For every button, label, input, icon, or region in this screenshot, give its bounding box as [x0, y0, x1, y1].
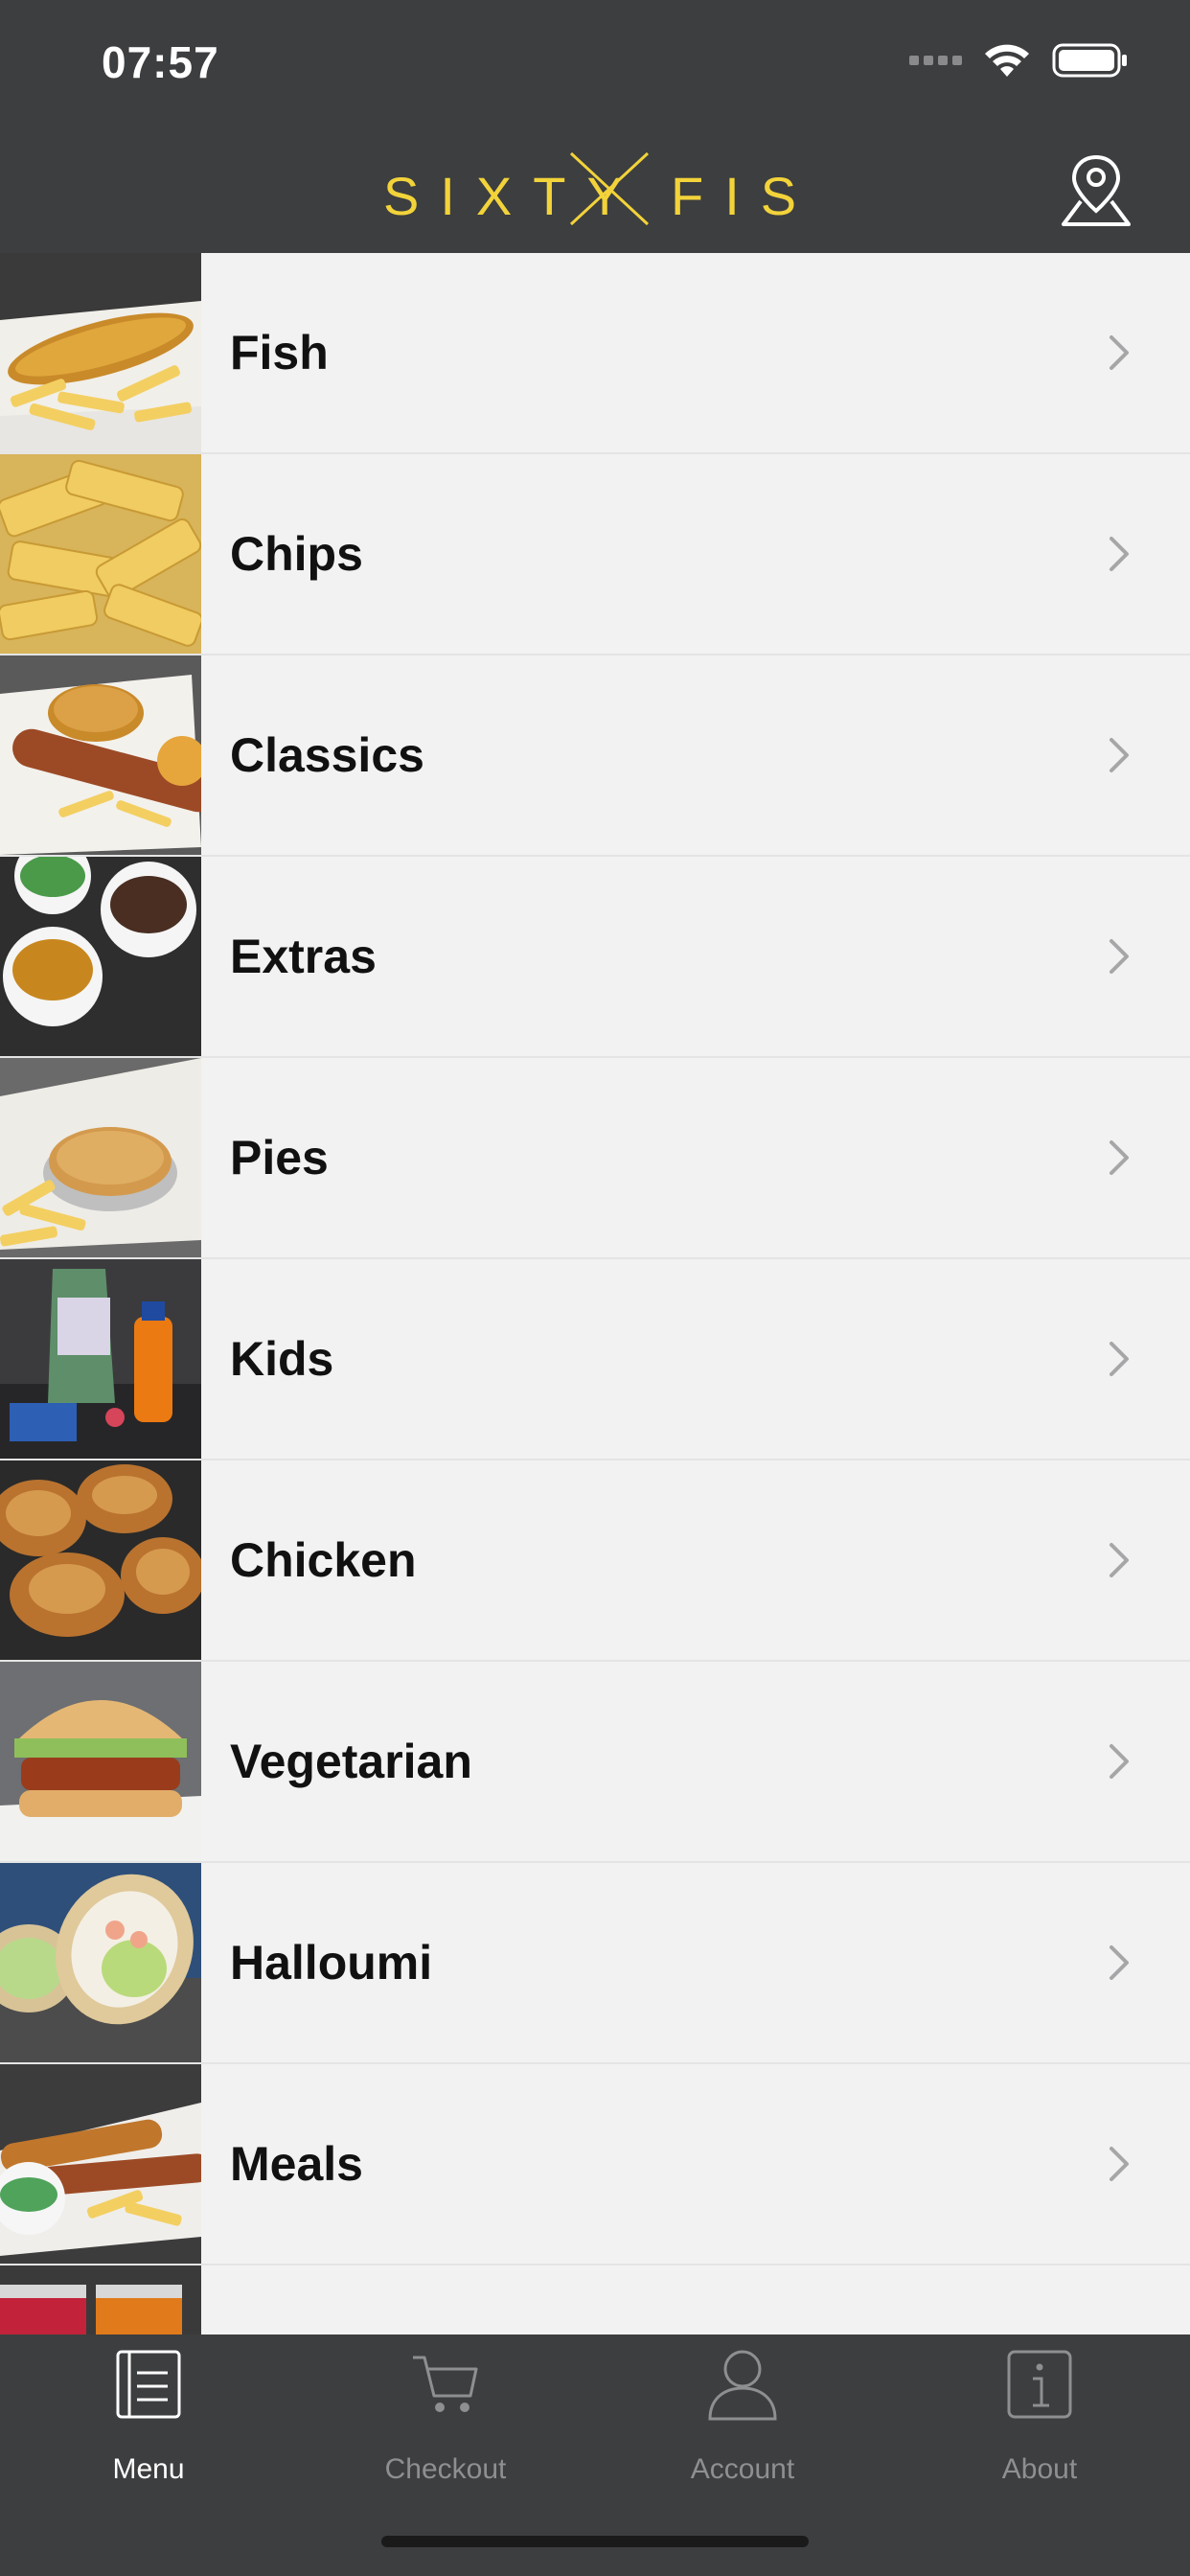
tab-label: Checkout — [384, 2453, 507, 2485]
classics-thumbnail — [0, 656, 201, 855]
menu-item-chicken[interactable]: Chicken — [0, 1460, 1190, 1662]
chips-thumbnail — [0, 454, 201, 654]
menu-item-vegetarian[interactable]: Vegetarian — [0, 1662, 1190, 1863]
menu-item-label: Chips — [230, 527, 363, 581]
menu-item-label: Classics — [230, 728, 424, 782]
wifi-icon — [985, 44, 1029, 77]
menu-item-label: Vegetarian — [230, 1735, 472, 1788]
tab-label: About — [1001, 2453, 1078, 2485]
tab-about[interactable]: About — [891, 2334, 1188, 2517]
chevron-right-icon — [1110, 1744, 1129, 1779]
chevron-right-icon — [1110, 939, 1129, 974]
location-pin-button[interactable] — [1060, 151, 1133, 228]
chevron-right-icon — [1110, 1945, 1129, 1980]
pies-thumbnail — [0, 1058, 201, 1257]
cart-icon — [413, 2356, 478, 2412]
menu-item-meals[interactable]: Meals — [0, 2064, 1190, 2266]
kids-thumbnail — [0, 1259, 201, 1459]
menu-item-extras[interactable]: Extras — [0, 857, 1190, 1058]
menu-item-label: Kids — [230, 1332, 334, 1386]
tab-checkout[interactable]: Checkout — [297, 2334, 594, 2517]
fish-thumbnail — [0, 253, 201, 452]
menu-item-drinks[interactable] — [0, 2266, 1190, 2334]
chevron-right-icon — [1110, 1543, 1129, 1577]
menu-item-fish[interactable]: Fish — [0, 253, 1190, 454]
drinks-thumbnail — [0, 2266, 201, 2334]
menu-item-label: Extras — [230, 930, 377, 983]
menu-item-chips[interactable]: Chips — [0, 454, 1190, 656]
battery-icon — [1052, 43, 1127, 78]
tab-label: Account — [690, 2453, 795, 2485]
vegetarian-thumbnail — [0, 1662, 201, 1861]
menu-item-label: Meals — [230, 2137, 363, 2191]
chevron-right-icon — [1110, 537, 1129, 571]
menu-item-label: Halloumi — [230, 1936, 433, 1990]
cellular-signal-icon — [909, 56, 962, 65]
person-icon — [708, 2350, 777, 2421]
sixty-fish-logo: SIXTY FISH — [383, 151, 807, 226]
menu-item-label: Fish — [230, 326, 329, 380]
menu-item-halloumi[interactable]: Halloumi — [0, 1863, 1190, 2064]
chevron-right-icon — [1110, 2147, 1129, 2181]
menu-item-kids[interactable]: Kids — [0, 1259, 1190, 1460]
home-indicator[interactable] — [381, 2536, 809, 2547]
info-icon — [1007, 2350, 1072, 2419]
logo-text-right: FISH — [671, 166, 807, 226]
tab-label: Menu — [112, 2453, 185, 2485]
menu-item-label: Pies — [230, 1131, 329, 1184]
logo-text-left: SIXTY — [383, 166, 644, 226]
tab-account[interactable]: Account — [594, 2334, 891, 2517]
meals-thumbnail — [0, 2064, 201, 2264]
status-time: 07:57 — [102, 37, 219, 87]
menu-icon — [116, 2350, 181, 2419]
header-bar: SIXTY FISH — [0, 126, 1190, 253]
menu-category-list: Fish Chips Classics Extras Pies Kids Chi… — [0, 253, 1190, 2334]
chicken-thumbnail — [0, 1460, 201, 1660]
menu-item-classics[interactable]: Classics — [0, 656, 1190, 857]
status-icons — [909, 42, 1129, 79]
halloumi-thumbnail — [0, 1863, 201, 2062]
menu-item-pies[interactable]: Pies — [0, 1058, 1190, 1259]
chevron-right-icon — [1110, 1342, 1129, 1376]
tab-menu[interactable]: Menu — [0, 2334, 297, 2517]
extras-thumbnail — [0, 857, 201, 1056]
menu-item-label: Chicken — [230, 1533, 417, 1587]
chevron-right-icon — [1110, 335, 1129, 370]
status-bar: 07:57 — [0, 0, 1190, 126]
chevron-right-icon — [1110, 738, 1129, 772]
chevron-right-icon — [1110, 1140, 1129, 1175]
